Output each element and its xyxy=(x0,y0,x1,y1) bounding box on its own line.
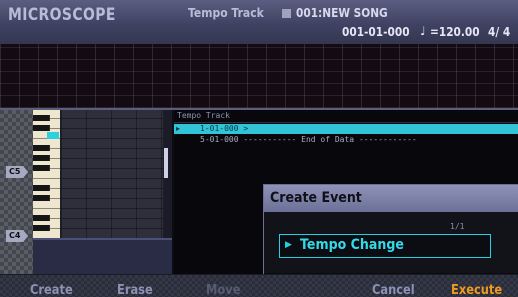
function-bar: Create Erase Move Cancel Execute xyxy=(0,274,518,297)
current-key-highlight xyxy=(47,132,59,139)
black-key xyxy=(33,145,50,151)
black-key xyxy=(33,195,50,201)
event-row-text: 1-01-000 > xyxy=(200,124,249,133)
note-grid-lines xyxy=(61,110,163,238)
velocity-area xyxy=(33,238,172,274)
event-row-text: 5-01-000 ----------- End of Data -------… xyxy=(200,135,417,144)
piano-roll: C5 C4 xyxy=(0,110,172,274)
erase-button[interactable]: Erase xyxy=(117,283,153,297)
scroll-indicator[interactable] xyxy=(164,148,168,178)
black-key xyxy=(33,155,50,161)
time-signature: 4/ 4 xyxy=(488,25,511,39)
event-row[interactable]: 5-01-000 ----------- End of Data -------… xyxy=(174,135,518,145)
black-key xyxy=(33,115,50,121)
dialog-title: Create Event xyxy=(270,190,362,206)
divider xyxy=(174,122,518,123)
song-icon xyxy=(282,9,291,18)
execute-button[interactable]: Execute xyxy=(451,283,502,297)
velocity-area-edge xyxy=(33,238,172,240)
event-list-title: Tempo Track xyxy=(177,111,230,120)
black-key xyxy=(33,165,50,171)
selector-arrow-icon: ▶ xyxy=(285,240,292,250)
microscope-screen: MICROSCOPE Tempo Track 001:NEW SONG 001-… xyxy=(0,0,518,297)
black-key xyxy=(33,185,50,191)
quarter-note-icon: ♩ xyxy=(420,24,426,38)
black-key xyxy=(33,225,50,231)
event-type-selector[interactable]: ▶ Tempo Change xyxy=(279,234,491,258)
tempo-graph-area[interactable] xyxy=(0,44,518,110)
black-key xyxy=(33,125,50,131)
cursor-arrow-icon: ▸ xyxy=(176,124,181,133)
event-type-value: Tempo Change xyxy=(300,237,404,253)
song-name: 001:NEW SONG xyxy=(296,6,388,20)
black-key xyxy=(33,215,50,221)
mode-label: Tempo Track xyxy=(188,6,264,20)
header-bar: MICROSCOPE Tempo Track 001:NEW SONG 001-… xyxy=(0,0,518,44)
dialog-body: 1/1 ▶ Tempo Change xyxy=(264,212,518,273)
create-button[interactable]: Create xyxy=(30,283,73,297)
cancel-button[interactable]: Cancel xyxy=(372,283,415,297)
event-row-selected[interactable]: ▸ 1-01-000 > xyxy=(174,124,518,134)
song-position: 001-01-000 xyxy=(342,25,410,39)
app-title: MICROSCOPE xyxy=(8,5,116,25)
dialog-header: Create Event xyxy=(264,185,518,212)
tempo-readout: =120.00 xyxy=(430,25,480,39)
page-indicator: 1/1 xyxy=(450,222,465,231)
keyboard-margin xyxy=(0,110,33,274)
move-button[interactable]: Move xyxy=(206,283,240,297)
